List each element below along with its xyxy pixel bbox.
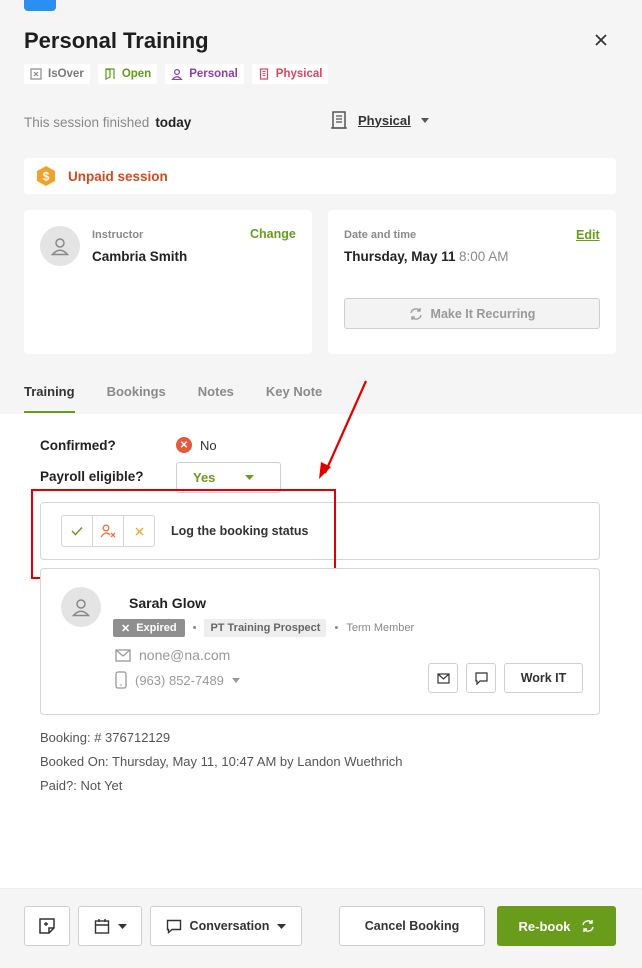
user-icon: [71, 599, 91, 617]
member-card: Sarah Glow ✕ Expired • PT Training Prospe…: [40, 568, 600, 715]
status-badge: ✕ Expired: [113, 619, 185, 637]
tab-bar: Training Bookings Notes Key Note: [24, 384, 322, 413]
caret-down-icon: [231, 677, 240, 683]
tag-physical: Physical: [251, 64, 329, 84]
member-name[interactable]: Sarah Glow: [129, 595, 206, 611]
refresh-icon: [581, 920, 594, 932]
session-time: 8:00 AM: [459, 249, 509, 264]
close-icon[interactable]: [589, 28, 613, 52]
annotation-highlight-box: [31, 489, 336, 579]
calendar-menu-button[interactable]: [78, 906, 142, 946]
annotation-arrow: [319, 380, 368, 479]
tab-training[interactable]: Training: [24, 384, 75, 413]
rebook-button[interactable]: Re-book: [497, 906, 616, 946]
tag-isover: IsOver: [24, 64, 90, 84]
member-phone[interactable]: (963) 852-7489: [115, 671, 240, 689]
note-icon: [39, 918, 55, 934]
tag-personal: Personal: [165, 64, 244, 84]
refresh-icon: [409, 307, 422, 320]
caret-down-icon: [245, 475, 255, 480]
datetime-label: Date and time: [344, 229, 417, 241]
edit-datetime-link[interactable]: Edit: [576, 228, 600, 242]
tab-key-note[interactable]: Key Note: [266, 384, 322, 413]
email-member-button[interactable]: [428, 663, 458, 693]
session-tags: IsOver Open Personal Physical: [24, 64, 329, 84]
booking-number: Booking: # 376712129: [40, 730, 171, 745]
conversation-button[interactable]: Conversation: [150, 906, 302, 946]
close-icon: ✕: [121, 622, 131, 635]
separator: •: [192, 622, 197, 634]
confirmed-value[interactable]: ✕ No: [176, 437, 217, 453]
caret-down-icon: [420, 117, 429, 123]
phone-icon: [115, 671, 127, 689]
tag-open: Open: [97, 64, 158, 84]
session-date: Thursday, May 11: [344, 249, 456, 264]
chat-icon: [474, 671, 488, 685]
instructor-card: Instructor Cambria Smith Change: [24, 210, 312, 354]
instructor-name: Cambria Smith: [92, 249, 188, 264]
caret-down-icon: [277, 923, 287, 929]
app-icon: [24, 0, 56, 11]
payroll-label: Payroll eligible?: [40, 469, 144, 484]
cancel-booking-button[interactable]: Cancel Booking: [339, 906, 485, 946]
chat-icon: [166, 919, 181, 934]
make-recurring-button[interactable]: Make It Recurring: [344, 298, 600, 329]
avatar: [61, 587, 101, 627]
x-circle-icon: ✕: [176, 437, 192, 453]
change-instructor-link[interactable]: Change: [250, 227, 296, 241]
separator: •: [334, 622, 339, 634]
building-icon: [331, 111, 347, 129]
calendar-icon: [94, 919, 109, 934]
membership-type: Term Member: [346, 622, 415, 634]
datetime-card: Date and time Thursday, May 11 8:00 AM E…: [328, 210, 616, 354]
building-icon: [259, 68, 268, 80]
message-member-button[interactable]: [466, 663, 496, 693]
member-meta: ✕ Expired • PT Training Prospect • Term M…: [113, 619, 414, 637]
tab-bookings[interactable]: Bookings: [107, 384, 166, 413]
page-title: Personal Training: [24, 28, 209, 53]
work-it-button[interactable]: Work IT: [504, 663, 583, 693]
caret-down-icon: [117, 923, 127, 929]
paid-status: Paid?: Not Yet: [40, 778, 123, 793]
user-icon: [50, 238, 70, 256]
location-value[interactable]: Physical: [358, 113, 411, 128]
unpaid-alert: $ Unpaid session: [24, 158, 616, 194]
door-icon: [105, 68, 115, 80]
note-button[interactable]: [24, 906, 70, 946]
avatar: [40, 226, 80, 266]
location-selector[interactable]: Physical: [330, 110, 429, 130]
session-finished: This session finished today: [24, 115, 192, 130]
instructor-label: Instructor: [92, 229, 144, 241]
svg-text:$: $: [43, 170, 50, 184]
confirmed-label: Confirmed?: [40, 438, 116, 453]
person-icon: [171, 68, 183, 80]
x-square-icon: [30, 68, 42, 80]
member-type-badge: PT Training Prospect: [204, 619, 327, 637]
booked-on: Booked On: Thursday, May 11, 10:47 AM by…: [40, 754, 403, 769]
mail-icon: [436, 672, 450, 684]
mail-icon: [115, 648, 131, 662]
footer-bar: Conversation Cancel Booking Re-book: [0, 888, 642, 968]
member-email[interactable]: none@na.com: [115, 647, 230, 663]
tab-notes[interactable]: Notes: [198, 384, 234, 413]
dollar-hexagon-icon: $: [37, 166, 55, 186]
